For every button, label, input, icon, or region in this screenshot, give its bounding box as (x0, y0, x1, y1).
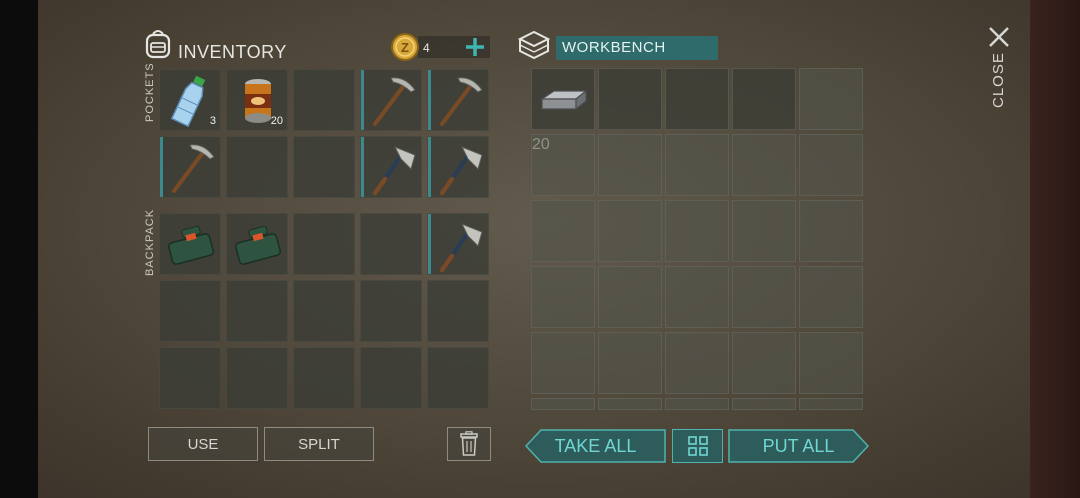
inventory-slot[interactable] (159, 213, 221, 275)
coin-count: 4 (423, 41, 430, 55)
iron-bar-icon (540, 89, 588, 111)
inventory-slot[interactable] (293, 213, 355, 275)
workbench-slot[interactable] (598, 332, 662, 394)
workbench-slot[interactable] (531, 332, 595, 394)
inventory-slot[interactable] (293, 280, 355, 342)
workbench-slot[interactable] (732, 134, 796, 196)
backpack-label: BACKPACK (144, 208, 156, 276)
workbench-slot[interactable] (732, 398, 796, 410)
inventory-slot[interactable] (293, 136, 355, 198)
workbench-slot[interactable] (598, 68, 662, 130)
workbench-slot[interactable] (665, 68, 729, 130)
left-screen-edge (0, 0, 38, 498)
workbench-slot[interactable] (531, 134, 595, 196)
workbench-icon (517, 30, 551, 60)
first-aid-kit-icon (168, 225, 214, 265)
add-coins-icon[interactable] (462, 34, 488, 60)
inventory-slot[interactable] (226, 347, 288, 409)
use-button[interactable]: USE (148, 427, 258, 461)
workbench-slot[interactable] (799, 332, 863, 394)
workbench-title: WORKBENCH (556, 36, 718, 60)
inventory-slot[interactable] (360, 69, 422, 131)
inventory-slot[interactable] (427, 213, 489, 275)
right-screen-edge (1030, 0, 1080, 498)
inventory-slot[interactable] (226, 136, 288, 198)
inventory-slot[interactable] (427, 280, 489, 342)
backpack-icon (145, 30, 171, 59)
pockets-label: POCKETS (144, 62, 156, 122)
item-count: 3 (209, 115, 216, 127)
inventory-slot[interactable] (427, 347, 489, 409)
workbench-slot[interactable] (799, 134, 863, 196)
inventory-slot[interactable] (360, 280, 422, 342)
take-all-label: TAKE ALL (554, 435, 637, 456)
workbench-slot[interactable] (665, 332, 729, 394)
pickaxe-icon (440, 77, 483, 126)
pickaxe-icon (373, 77, 416, 126)
inventory-slot[interactable] (159, 280, 221, 342)
inventory-slot[interactable] (293, 69, 355, 131)
workbench-slot[interactable] (531, 266, 595, 328)
inventory-slot[interactable] (159, 136, 221, 198)
pickaxe-icon (172, 144, 215, 193)
workbench-slot[interactable] (732, 266, 796, 328)
take-all-button[interactable]: TAKE ALL (525, 429, 666, 463)
coin-icon: Z (391, 33, 419, 61)
inventory-slot[interactable] (226, 280, 288, 342)
workbench-slot[interactable] (799, 266, 863, 328)
workbench-slot[interactable] (531, 200, 595, 262)
inventory-slot[interactable] (226, 213, 288, 275)
inventory-title: INVENTORY (178, 42, 287, 62)
workbench-slot[interactable] (665, 134, 729, 196)
workbench-slot[interactable] (732, 200, 796, 262)
inventory-slot[interactable] (360, 213, 422, 275)
workbench-slot[interactable] (531, 398, 595, 410)
workbench-slot[interactable] (598, 200, 662, 262)
workbench-slot[interactable] (799, 68, 863, 130)
inventory-slot[interactable] (427, 69, 489, 131)
workbench-slot[interactable]: 20 (531, 68, 595, 153)
close-icon[interactable] (986, 24, 1012, 50)
inventory-slot[interactable] (159, 347, 221, 409)
workbench-slot[interactable] (799, 200, 863, 262)
workbench-slot[interactable] (732, 332, 796, 394)
workbench-slot[interactable] (665, 266, 729, 328)
hatchet-icon (372, 146, 416, 196)
inventory-slot[interactable] (293, 347, 355, 409)
trash-button[interactable] (447, 427, 491, 461)
hatchet-icon (439, 146, 483, 196)
workbench-slot[interactable] (665, 398, 729, 410)
inventory-slot[interactable] (427, 136, 489, 198)
sort-grid-icon (687, 436, 708, 456)
split-button[interactable]: SPLIT (264, 427, 374, 461)
workbench-slot[interactable] (732, 68, 796, 130)
workbench-slot[interactable] (799, 398, 863, 410)
put-all-button[interactable]: PUT ALL (728, 429, 869, 463)
inventory-slot[interactable] (360, 347, 422, 409)
item-count: 20 (270, 115, 283, 127)
hatchet-icon (439, 223, 483, 273)
close-button[interactable]: CLOSE (990, 52, 1007, 108)
inventory-slot[interactable] (360, 136, 422, 198)
inventory-slot[interactable]: 20 (226, 69, 288, 131)
svg-text:Z: Z (401, 40, 409, 55)
workbench-slot[interactable] (665, 200, 729, 262)
workbench-slot[interactable] (598, 398, 662, 410)
first-aid-kit-icon (235, 225, 281, 265)
trash-icon (460, 431, 478, 456)
workbench-slot[interactable] (598, 134, 662, 196)
workbench-slot[interactable] (598, 266, 662, 328)
put-all-label: PUT ALL (762, 435, 835, 456)
inventory-slot[interactable]: 3 (159, 69, 221, 131)
sort-button[interactable] (672, 429, 723, 463)
